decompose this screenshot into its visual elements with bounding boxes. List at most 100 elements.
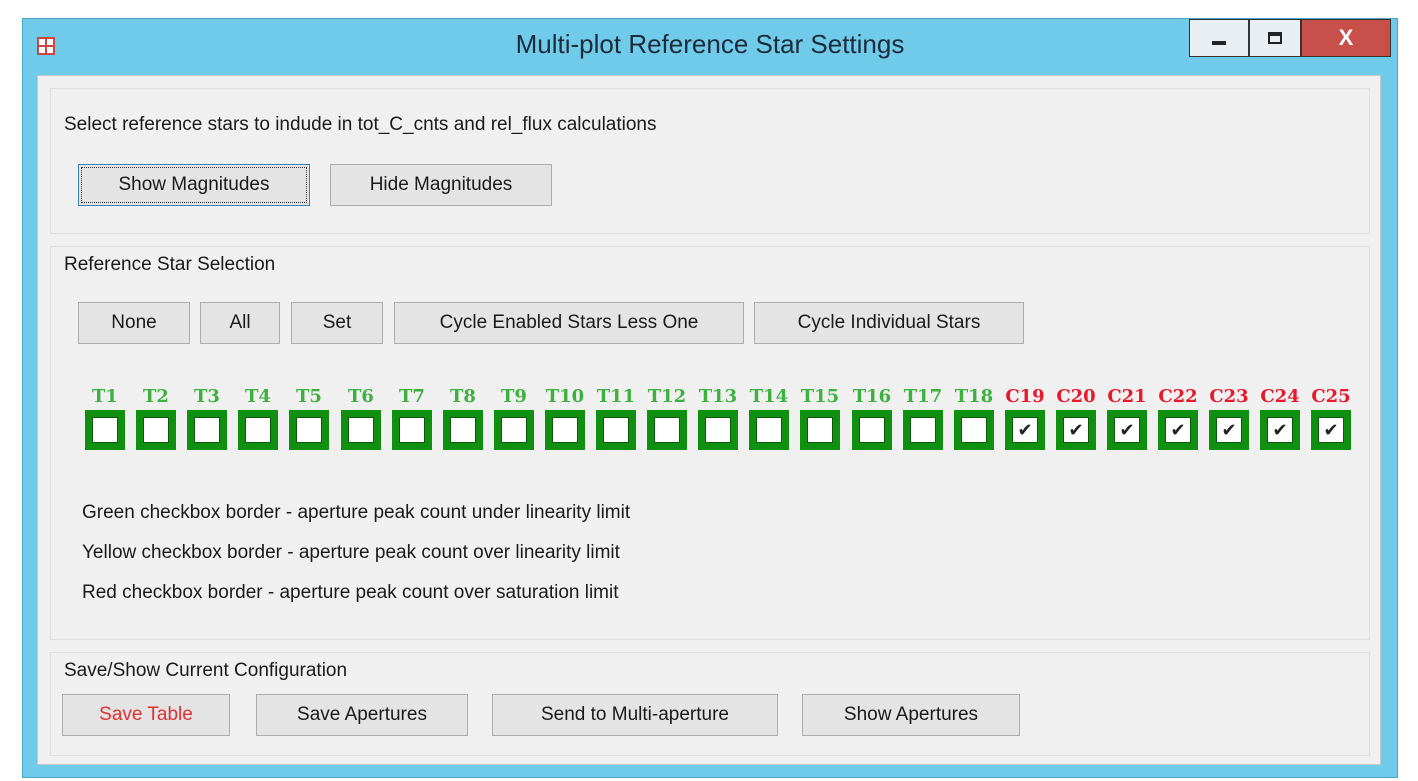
star-label: T11 [596,386,636,407]
minimize-button[interactable] [1189,19,1249,57]
star-checkbox[interactable] [443,410,483,450]
star-label: T13 [698,386,738,407]
star-label: C19 [1005,386,1045,407]
star-checkbox[interactable]: ✔ [1260,410,1300,450]
checkmark-icon: ✔ [1012,417,1038,443]
empty-checkbox-icon [961,417,987,443]
empty-checkbox-icon [807,417,833,443]
save-heading: Save/Show Current Configuration [64,660,348,681]
star-label: T14 [749,386,789,407]
maximize-button[interactable] [1249,19,1301,57]
star-label: T4 [245,386,271,407]
selection-heading: Reference Star Selection [64,254,276,275]
show-magnitudes-button[interactable]: Show Magnitudes [78,164,310,206]
save-table-button[interactable]: Save Table [62,694,230,736]
star-label: C20 [1056,386,1096,407]
empty-checkbox-icon [450,417,476,443]
star-label: T10 [545,386,585,407]
star-label: T3 [194,386,220,407]
star-checkbox[interactable] [392,410,432,450]
none-button[interactable]: None [78,302,190,344]
intro-text: Select reference stars to indude in tot_… [64,114,657,135]
star-checkbox[interactable] [545,410,585,450]
star-label: C25 [1311,386,1351,407]
star-label: C24 [1260,386,1300,407]
checkmark-icon: ✔ [1267,417,1293,443]
star-label: T18 [954,386,994,407]
intro-panel [50,88,1370,234]
star-checkbox[interactable]: ✔ [1311,410,1351,450]
star-label: T12 [647,386,687,407]
empty-checkbox-icon [756,417,782,443]
star-checkbox[interactable] [289,410,329,450]
empty-checkbox-icon [194,417,220,443]
empty-checkbox-icon [399,417,425,443]
show-apertures-button[interactable]: Show Apertures [802,694,1020,736]
star-label: T16 [852,386,892,407]
star-checkbox[interactable]: ✔ [1158,410,1198,450]
cycle-enabled-stars-button[interactable]: Cycle Enabled Stars Less One [394,302,744,344]
close-icon: X [1338,25,1354,50]
checkmark-icon: ✔ [1216,417,1242,443]
save-apertures-button[interactable]: Save Apertures [256,694,468,736]
all-button[interactable]: All [200,302,280,344]
star-label: T5 [296,386,322,407]
star-checkbox[interactable] [85,410,125,450]
star-checkbox[interactable] [494,410,534,450]
checkmark-icon: ✔ [1165,417,1191,443]
star-checkbox[interactable] [852,410,892,450]
star-label: T8 [450,386,476,407]
empty-checkbox-icon [552,417,578,443]
empty-checkbox-icon [910,417,936,443]
star-checkbox[interactable] [136,410,176,450]
star-checkbox[interactable] [647,410,687,450]
hide-magnitudes-button[interactable]: Hide Magnitudes [330,164,552,206]
cycle-individual-stars-button[interactable]: Cycle Individual Stars [754,302,1024,344]
star-checkbox[interactable] [187,410,227,450]
star-checkbox[interactable] [596,410,636,450]
checkmark-icon: ✔ [1063,417,1089,443]
title-bar[interactable]: Multi-plot Reference Star Settings X [23,19,1397,75]
star-checkbox[interactable]: ✔ [1107,410,1147,450]
star-label: T2 [143,386,169,407]
empty-checkbox-icon [654,417,680,443]
empty-checkbox-icon [92,417,118,443]
star-checkbox[interactable] [749,410,789,450]
empty-checkbox-icon [603,417,629,443]
star-label: T1 [92,386,118,407]
star-checkbox[interactable]: ✔ [1209,410,1249,450]
minimize-icon [1212,41,1226,45]
empty-checkbox-icon [501,417,527,443]
star-label: T15 [800,386,840,407]
star-checkbox[interactable] [698,410,738,450]
close-button[interactable]: X [1301,19,1391,57]
legend-yellow: Yellow checkbox border - aperture peak c… [82,542,620,563]
star-checkbox[interactable] [238,410,278,450]
star-label: T6 [348,386,374,407]
empty-checkbox-icon [859,417,885,443]
star-label: C23 [1209,386,1249,407]
checkmark-icon: ✔ [1318,417,1344,443]
star-label: T9 [501,386,527,407]
send-to-multi-aperture-button[interactable]: Send to Multi-aperture [492,694,778,736]
star-checkbox[interactable] [341,410,381,450]
legend-green: Green checkbox border - aperture peak co… [82,502,631,523]
checkmark-icon: ✔ [1114,417,1140,443]
set-button[interactable]: Set [291,302,383,344]
empty-checkbox-icon [143,417,169,443]
empty-checkbox-icon [348,417,374,443]
dialog-content: Select reference stars to indude in tot_… [37,75,1381,765]
star-label: T7 [399,386,425,407]
star-label: C22 [1158,386,1198,407]
legend-red: Red checkbox border - aperture peak coun… [82,582,619,603]
star-checkbox[interactable]: ✔ [1005,410,1045,450]
maximize-icon [1268,32,1282,44]
star-checkbox[interactable] [954,410,994,450]
star-label: C21 [1107,386,1147,407]
star-checkbox[interactable] [903,410,943,450]
star-label: T17 [903,386,943,407]
dialog-window: Multi-plot Reference Star Settings X Sel… [22,18,1398,778]
star-checkbox[interactable] [800,410,840,450]
star-checkbox[interactable]: ✔ [1056,410,1096,450]
empty-checkbox-icon [296,417,322,443]
